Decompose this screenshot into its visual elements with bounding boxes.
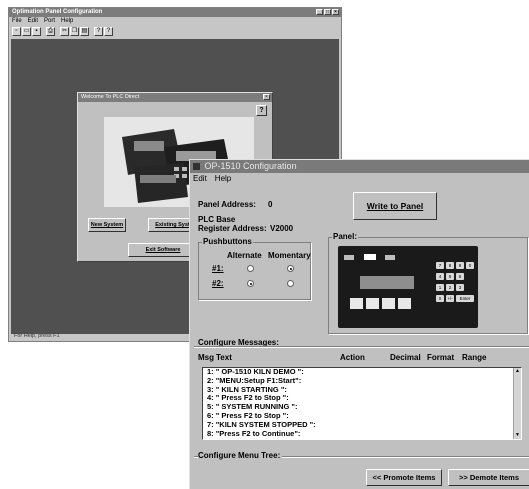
- copy-icon[interactable]: ❐: [70, 26, 79, 36]
- new-icon[interactable]: ▫: [12, 26, 21, 36]
- new-system-button[interactable]: New System: [88, 218, 126, 232]
- help-icon[interactable]: ?: [104, 26, 113, 36]
- panel-key-2[interactable]: 2: [446, 284, 454, 291]
- promote-items-button[interactable]: << Promote Items: [366, 469, 442, 486]
- pushbutton-1-label: #1:: [212, 264, 224, 273]
- pb2-alternate-radio[interactable]: [247, 280, 254, 287]
- save-icon[interactable]: ▪: [32, 26, 41, 36]
- panel-function-key-2[interactable]: [366, 298, 379, 309]
- panel-key-6[interactable]: 6: [456, 273, 464, 280]
- panel-key-8[interactable]: 8: [446, 262, 454, 269]
- text-column-header: Text: [216, 353, 232, 362]
- panel-function-key-1[interactable]: [350, 298, 363, 309]
- welcome-close-button[interactable]: ×: [263, 94, 270, 100]
- alternate-column-header: Alternate: [227, 251, 262, 260]
- menu-edit[interactable]: Edit: [28, 17, 38, 25]
- scroll-up-arrow-icon[interactable]: ▲: [514, 368, 521, 375]
- demote-items-button[interactable]: >> Demote Items: [448, 469, 529, 486]
- messages-divider: [194, 346, 529, 348]
- panel-key-0[interactable]: 0: [466, 262, 474, 269]
- pushbutton-2-label: #2:: [212, 279, 224, 288]
- messages-list[interactable]: 1: " OP-1510 KILN DEMO ": 2: "MENU:Setup…: [202, 367, 522, 440]
- panel-key-enter[interactable]: Enter: [456, 295, 474, 302]
- panel-key-5[interactable]: 5: [446, 273, 454, 280]
- main-title-bar[interactable]: Optimation Panel Configuration _ □ ×: [9, 8, 341, 17]
- menu-help[interactable]: Help: [61, 17, 73, 25]
- cut-icon[interactable]: ✂: [60, 26, 69, 36]
- welcome-title-bar[interactable]: Welcome To PLC Direct ×: [78, 93, 272, 102]
- config-title: OP-1510 Configuration: [204, 161, 297, 171]
- menu-file[interactable]: File: [12, 17, 22, 25]
- panel-function-key-4[interactable]: [398, 298, 411, 309]
- about-icon[interactable]: ?: [94, 26, 103, 36]
- plc-base-label: PLC Base: [198, 215, 236, 224]
- main-window-title: Optimation Panel Configuration: [12, 9, 103, 15]
- panel-function-key-3[interactable]: [382, 298, 395, 309]
- messages-scrollbar[interactable]: ▲ ▼: [513, 368, 521, 439]
- main-toolbar: ▫ ▭ ▪ ⎙ ✂ ❐ ▤ ? ?: [9, 25, 341, 37]
- configure-menu-tree-label: Configure Menu Tree:: [198, 451, 283, 460]
- panel-group-title: Panel:: [332, 232, 359, 241]
- main-menu-bar: File Edit Port Help: [9, 17, 341, 25]
- panel-key-sign[interactable]: +/-: [446, 295, 454, 302]
- welcome-help-button[interactable]: ?: [256, 105, 267, 116]
- close-button[interactable]: ×: [332, 9, 339, 15]
- panel-key-4[interactable]: 4: [436, 273, 444, 280]
- config-menu-bar: Edit Help: [193, 174, 231, 183]
- panel-address-label: Panel Address:: [198, 200, 256, 209]
- panel-address-value[interactable]: 0: [268, 200, 272, 209]
- exit-software-button[interactable]: Exit Software: [128, 243, 198, 257]
- register-address-value[interactable]: V2000: [270, 224, 293, 233]
- decimal-column-header: Decimal: [390, 353, 421, 362]
- panel-display: [360, 276, 414, 289]
- momentary-column-header: Momentary: [268, 251, 311, 260]
- menu-port[interactable]: Port: [44, 17, 55, 25]
- list-item[interactable]: 8: "Press F2 to Continue":: [203, 429, 521, 439]
- pb2-momentary-radio[interactable]: [287, 280, 294, 287]
- write-to-panel-button[interactable]: Write to Panel: [353, 192, 437, 220]
- panel-key-zero[interactable]: 0: [436, 295, 444, 302]
- config-dialog: OP-1510 Configuration Edit Help Panel Ad…: [189, 159, 529, 489]
- panel-key-9[interactable]: 9: [456, 262, 464, 269]
- config-title-bar[interactable]: OP-1510 Configuration: [190, 160, 529, 173]
- config-menu-help[interactable]: Help: [215, 174, 231, 183]
- format-column-header: Format: [427, 353, 455, 362]
- scroll-down-arrow-icon[interactable]: ▼: [514, 432, 521, 439]
- msg-column-header: Msg: [198, 353, 214, 362]
- panel-led-2: [364, 254, 376, 260]
- minimize-button[interactable]: _: [316, 9, 323, 15]
- register-address-label: Register Address:: [198, 224, 267, 233]
- maximize-button[interactable]: □: [324, 9, 331, 15]
- pb1-momentary-radio[interactable]: [287, 265, 294, 272]
- print-icon[interactable]: ⎙: [46, 26, 55, 36]
- config-menu-edit[interactable]: Edit: [193, 174, 207, 183]
- action-column-header: Action: [340, 353, 365, 362]
- pb1-alternate-radio[interactable]: [247, 265, 254, 272]
- panel-key-3[interactable]: 3: [456, 284, 464, 291]
- panel-led-1: [344, 255, 354, 260]
- open-icon[interactable]: ▭: [22, 26, 31, 36]
- welcome-title: Welcome To PLC Direct: [81, 94, 140, 100]
- panel-led-3: [385, 255, 395, 260]
- panel-image: 7 8 9 0 4 5 6 1 2 3 0 +/- Enter: [338, 246, 478, 328]
- panel-key-1[interactable]: 1: [436, 284, 444, 291]
- config-window-icon: [193, 163, 200, 171]
- paste-icon[interactable]: ▤: [80, 26, 89, 36]
- range-column-header: Range: [462, 353, 487, 362]
- panel-key-7[interactable]: 7: [436, 262, 444, 269]
- pushbuttons-title: Pushbuttons: [202, 237, 253, 246]
